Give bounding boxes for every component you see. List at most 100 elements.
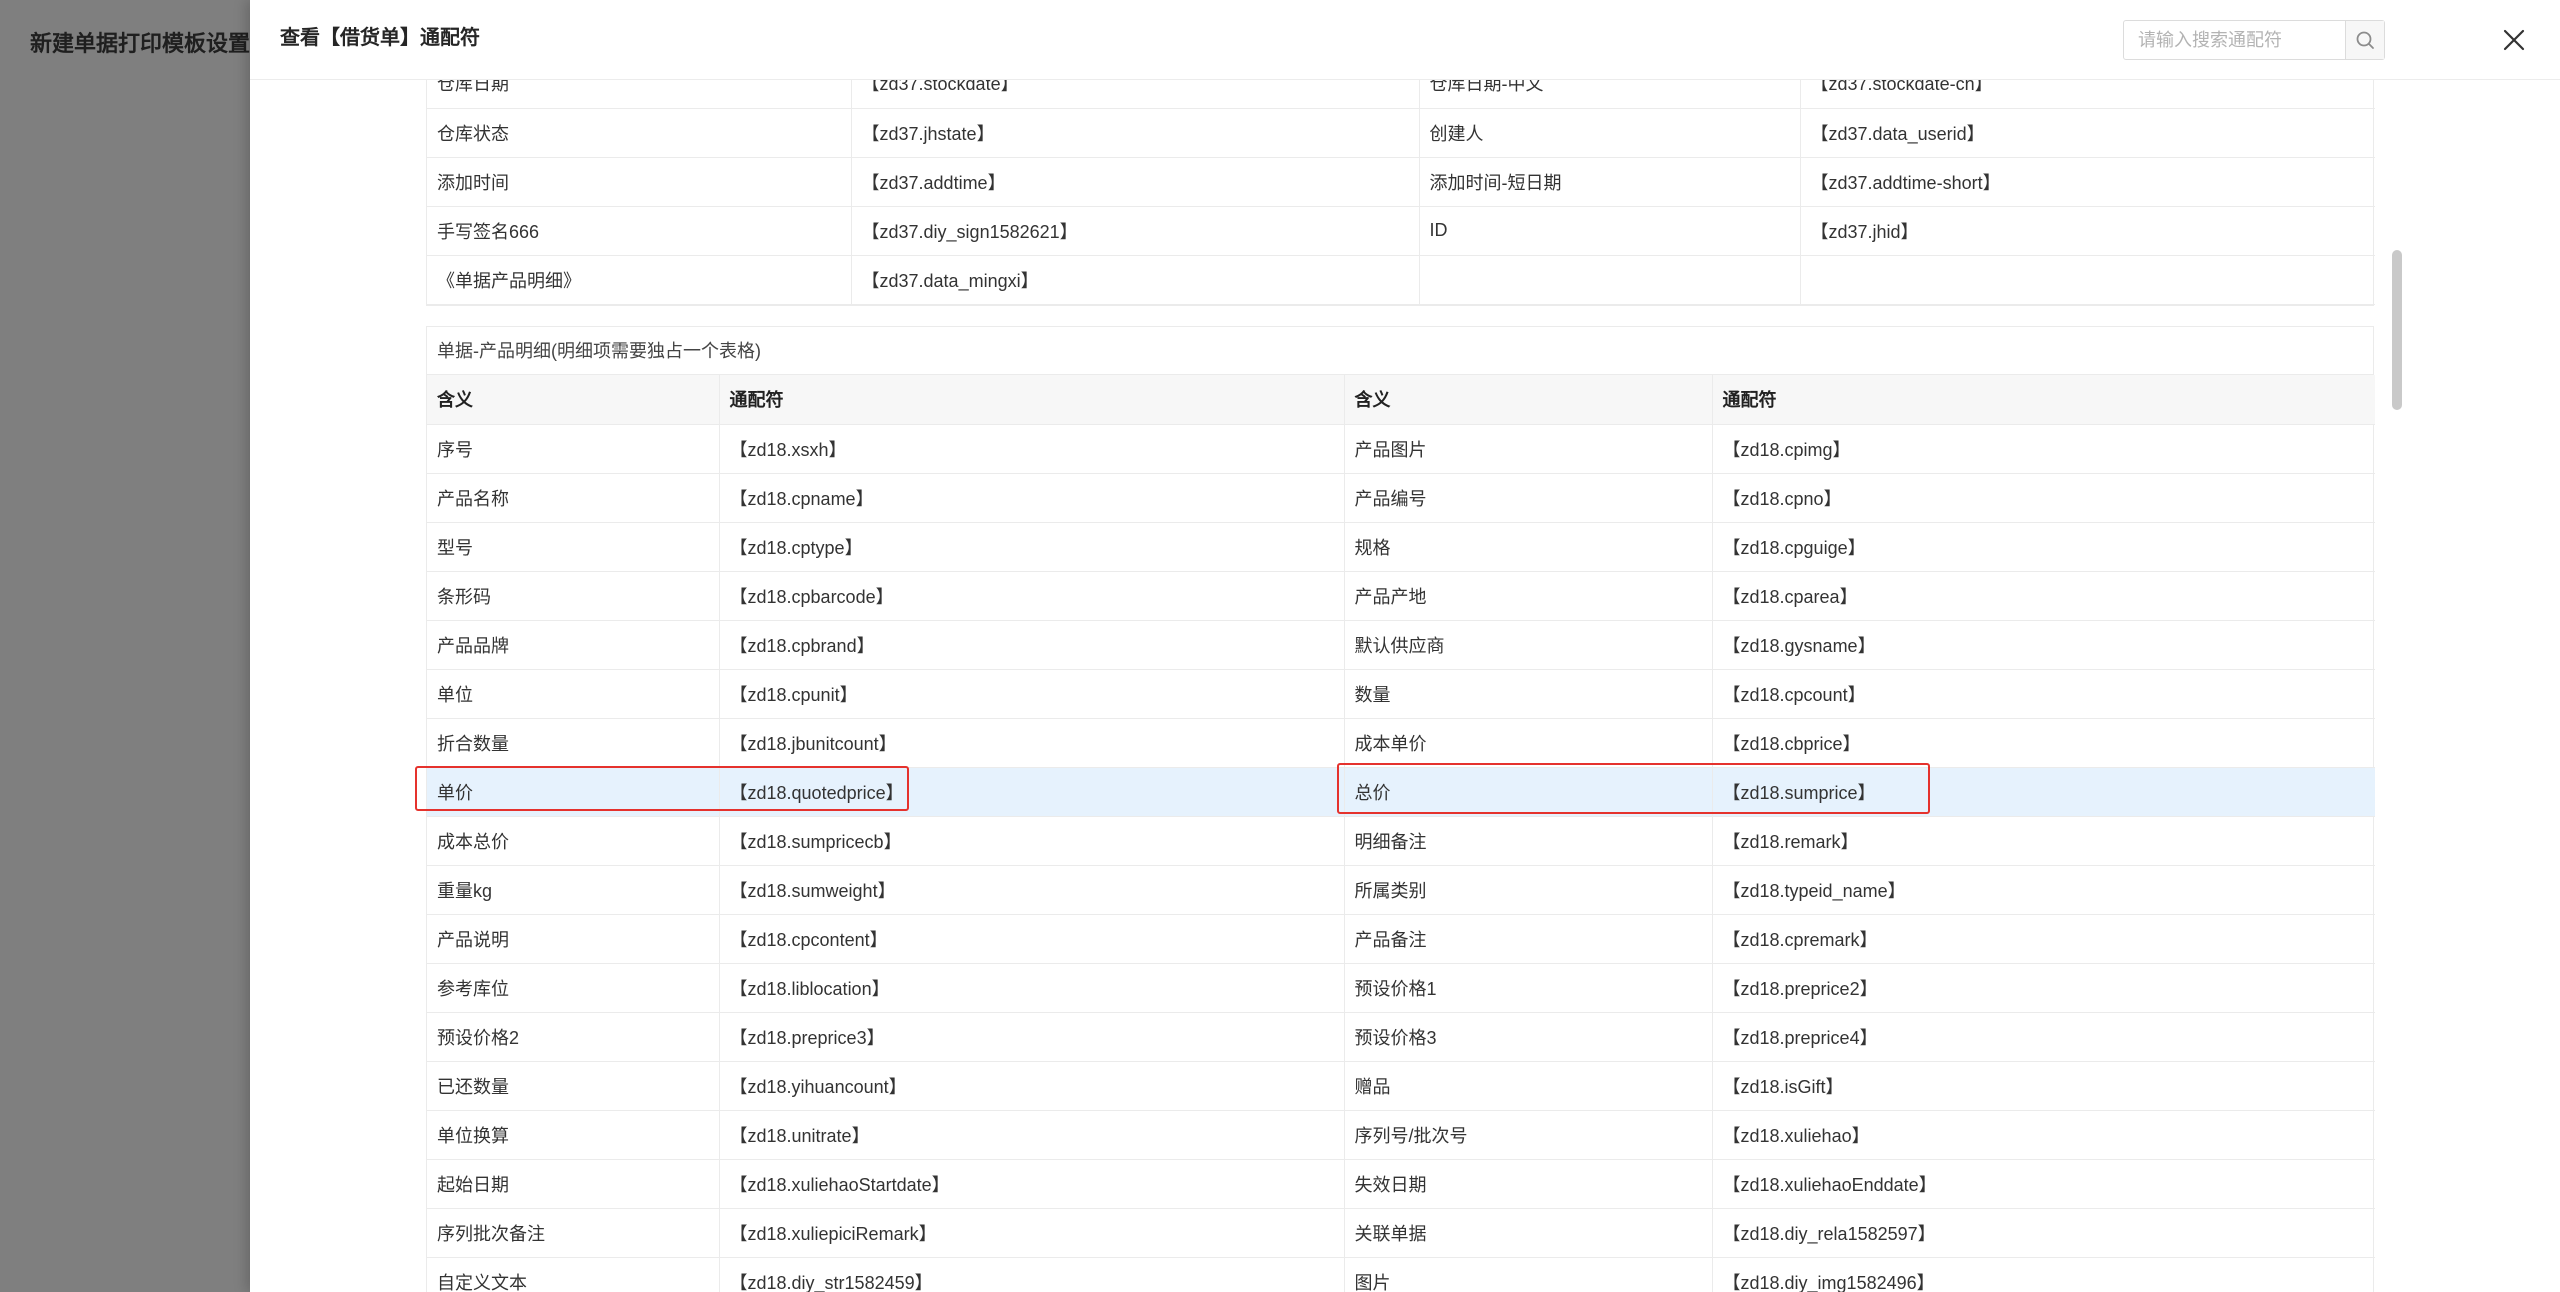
field-meaning-cell: 赠品 xyxy=(1344,1061,1713,1111)
detail-block: 单据-产品明细(明细项需要独占一个表格) 含义 通配符 含义 通配符 序号 【zd… xyxy=(426,326,2375,1292)
field-meaning-cell: 添加时间 xyxy=(427,157,852,207)
field-meaning-cell: 起始日期 xyxy=(427,1159,720,1209)
wildcard-cell: 【zd18.yihuancount】 xyxy=(719,1061,1345,1111)
main-field-row[interactable]: 仓库状态 【zd37.jhstate】 创建人 【zd37.data_userid】 xyxy=(427,108,2375,158)
field-meaning-cell: 型号 xyxy=(427,522,720,572)
field-meaning-cell: 序列号/批次号 xyxy=(1344,1110,1713,1160)
wildcard-cell: 【zd18.diy_img1582496】 xyxy=(1712,1257,2375,1292)
field-meaning-cell: 仓库日期-中文 xyxy=(1419,80,1801,109)
search-input[interactable] xyxy=(2124,21,2346,59)
detail-row[interactable]: 型号 【zd18.cptype】 规格 【zd18.cpguige】 xyxy=(427,522,2375,572)
field-meaning-cell: 失效日期 xyxy=(1344,1159,1713,1209)
wildcard-cell: 【zd18.gysname】 xyxy=(1712,620,2375,670)
field-meaning-cell: 序号 xyxy=(427,424,720,474)
wildcard-cell: 【zd37.addtime-short】 xyxy=(1800,157,2375,207)
field-meaning-cell: 产品图片 xyxy=(1344,424,1713,474)
wildcard-cell: 【zd18.cpno】 xyxy=(1712,473,2375,523)
main-field-row[interactable]: 仓库日期 【zd37.stockdate】 仓库日期-中文 【zd37.stockda… xyxy=(427,80,2375,109)
detail-row[interactable]: 成本总价 【zd18.sumpricecb】 明细备注 【zd18.remark】 xyxy=(427,816,2375,866)
wildcard-drawer: 查看【借货单】通配符 仓库日期【zd37.stockdate】仓库日期-中文【z… xyxy=(250,0,2560,1292)
field-meaning-cell: 手写签名666 xyxy=(427,206,852,256)
field-meaning-cell: 条形码 xyxy=(427,571,720,621)
wildcard-cell: 【zd37.stockdate】 xyxy=(851,80,1420,109)
wildcard-cell: 【zd18.jbunitcount】 xyxy=(719,718,1345,768)
wildcard-cell: 【zd18.sumpricecb】 xyxy=(719,816,1345,866)
wildcard-cell: 【zd18.cpbarcode】 xyxy=(719,571,1345,621)
main-fields-block: 仓库日期 【zd37.stockdate】 仓库日期-中文 【zd37.stockda… xyxy=(426,80,2375,306)
field-meaning-cell: 明细备注 xyxy=(1344,816,1713,866)
detail-row[interactable]: 单价 【zd18.quotedprice】 总价 【zd18.sumprice】 xyxy=(427,767,2375,817)
field-meaning-cell: 预设价格1 xyxy=(1344,963,1713,1013)
wildcard-cell: 【zd18.diy_rela1582597】 xyxy=(1712,1208,2375,1258)
field-meaning-cell: 自定义文本 xyxy=(427,1257,720,1292)
detail-row[interactable]: 自定义文本 【zd18.diy_str1582459】 图片 【zd18.diy_im… xyxy=(427,1257,2375,1292)
detail-row[interactable]: 条形码 【zd18.cpbarcode】 产品产地 【zd18.cparea】 xyxy=(427,571,2375,621)
wildcard-cell: 【zd18.xuliehaoEnddate】 xyxy=(1712,1159,2375,1209)
detail-row[interactable]: 产品名称 【zd18.cpname】 产品编号 【zd18.cpno】 xyxy=(427,473,2375,523)
wildcard-cell: 【zd18.preprice2】 xyxy=(1712,963,2375,1013)
detail-row[interactable]: 单位 【zd18.cpunit】 数量 【zd18.cpcount】 xyxy=(427,669,2375,719)
wildcard-cell: 【zd18.cptype】 xyxy=(719,522,1345,572)
field-meaning-cell xyxy=(1419,255,1801,305)
wildcard-cell: 【zd18.xsxh】 xyxy=(719,424,1345,474)
field-meaning-cell: 规格 xyxy=(1344,522,1713,572)
wildcard-cell: 【zd18.preprice3】 xyxy=(719,1012,1345,1062)
page-title: 新建单据打印模板设置 xyxy=(30,31,251,56)
drawer-header: 查看【借货单】通配符 xyxy=(250,0,2560,80)
field-meaning-cell: 总价 xyxy=(1344,767,1713,817)
detail-row[interactable]: 已还数量 【zd18.yihuancount】 赠品 【zd18.isGift】 xyxy=(427,1061,2375,1111)
wildcard-cell: 【zd37.jhid】 xyxy=(1800,206,2375,256)
field-meaning-cell: 单位 xyxy=(427,669,720,719)
header-wildcard: 通配符 xyxy=(1712,375,2375,425)
field-meaning-cell: 成本单价 xyxy=(1344,718,1713,768)
field-meaning-cell: 产品产地 xyxy=(1344,571,1713,621)
field-meaning-cell: 折合数量 xyxy=(427,718,720,768)
field-meaning-cell: 创建人 xyxy=(1419,108,1801,158)
wildcard-cell: 【zd18.xuliehao】 xyxy=(1712,1110,2375,1160)
drawer-content: 仓库日期 【zd37.stockdate】 仓库日期-中文 【zd37.stockda… xyxy=(250,80,2560,1292)
wildcard-cell: 【zd18.cpname】 xyxy=(719,473,1345,523)
field-meaning-cell: 产品名称 xyxy=(427,473,720,523)
scrollbar-thumb[interactable] xyxy=(2392,250,2402,410)
wildcard-cell: 【zd37.data_mingxi】 xyxy=(851,255,1420,305)
wildcard-cell xyxy=(1800,255,2375,305)
field-meaning-cell: 仓库日期 xyxy=(427,80,852,109)
header-meaning: 含义 xyxy=(427,375,720,425)
main-field-row[interactable]: 添加时间 【zd37.addtime】 添加时间-短日期 【zd37.addtime-… xyxy=(427,157,2375,207)
field-meaning-cell: 产品编号 xyxy=(1344,473,1713,523)
wildcard-cell: 【zd18.cpcontent】 xyxy=(719,914,1345,964)
field-meaning-cell: 图片 xyxy=(1344,1257,1713,1292)
detail-row[interactable]: 预设价格2 【zd18.preprice3】 预设价格3 【zd18.preprice… xyxy=(427,1012,2375,1062)
detail-row[interactable]: 重量kg 【zd18.sumweight】 所属类别 【zd18.typeid_nam… xyxy=(427,865,2375,915)
wildcard-cell: 【zd37.stockdate-cn】 xyxy=(1800,80,2375,109)
field-meaning-cell: 序列批次备注 xyxy=(427,1208,720,1258)
detail-caption: 单据-产品明细(明细项需要独占一个表格) xyxy=(427,327,2373,375)
detail-row[interactable]: 产品品牌 【zd18.cpbrand】 默认供应商 【zd18.gysname】 xyxy=(427,620,2375,670)
main-field-row[interactable]: 《单据产品明细》 【zd37.data_mingxi】 xyxy=(427,255,2375,305)
detail-row[interactable]: 序号 【zd18.xsxh】 产品图片 【zd18.cpimg】 xyxy=(427,424,2375,474)
wildcard-cell: 【zd37.diy_sign1582621】 xyxy=(851,206,1420,256)
field-meaning-cell: 关联单据 xyxy=(1344,1208,1713,1258)
wildcard-cell: 【zd18.cbprice】 xyxy=(1712,718,2375,768)
detail-row[interactable]: 折合数量 【zd18.jbunitcount】 成本单价 【zd18.cbprice】 xyxy=(427,718,2375,768)
field-meaning-cell: 产品说明 xyxy=(427,914,720,964)
wildcard-cell: 【zd18.cparea】 xyxy=(1712,571,2375,621)
field-meaning-cell: 产品品牌 xyxy=(427,620,720,670)
close-button[interactable] xyxy=(2500,26,2528,54)
detail-row[interactable]: 序列批次备注 【zd18.xuliepiciRemark】 关联单据 【zd18.di… xyxy=(427,1208,2375,1258)
detail-row[interactable]: 单位换算 【zd18.unitrate】 序列号/批次号 【zd18.xuliehao… xyxy=(427,1110,2375,1160)
field-meaning-cell: 产品备注 xyxy=(1344,914,1713,964)
detail-row[interactable]: 产品说明 【zd18.cpcontent】 产品备注 【zd18.cpremark】 xyxy=(427,914,2375,964)
wildcard-cell: 【zd18.cpcount】 xyxy=(1712,669,2375,719)
wildcard-cell: 【zd18.xuliepiciRemark】 xyxy=(719,1208,1345,1258)
detail-row[interactable]: 参考库位 【zd18.liblocation】 预设价格1 【zd18.prepric… xyxy=(427,963,2375,1013)
detail-header-row: 含义 通配符 含义 通配符 xyxy=(427,375,2375,425)
field-meaning-cell: 已还数量 xyxy=(427,1061,720,1111)
detail-row[interactable]: 起始日期 【zd18.xuliehaoStartdate】 失效日期 【zd18.xu… xyxy=(427,1159,2375,1209)
field-meaning-cell: ID xyxy=(1419,206,1801,256)
main-field-row[interactable]: 手写签名666 【zd37.diy_sign1582621】 ID 【zd37.jhi… xyxy=(427,206,2375,256)
search-icon xyxy=(2356,31,2374,49)
wildcard-cell: 【zd37.data_userid】 xyxy=(1800,108,2375,158)
detail-table: 含义 通配符 含义 通配符 序号 【zd18.xsxh】 产品图片 【zd18.cpi… xyxy=(427,375,2375,1292)
search-button[interactable] xyxy=(2345,21,2384,59)
